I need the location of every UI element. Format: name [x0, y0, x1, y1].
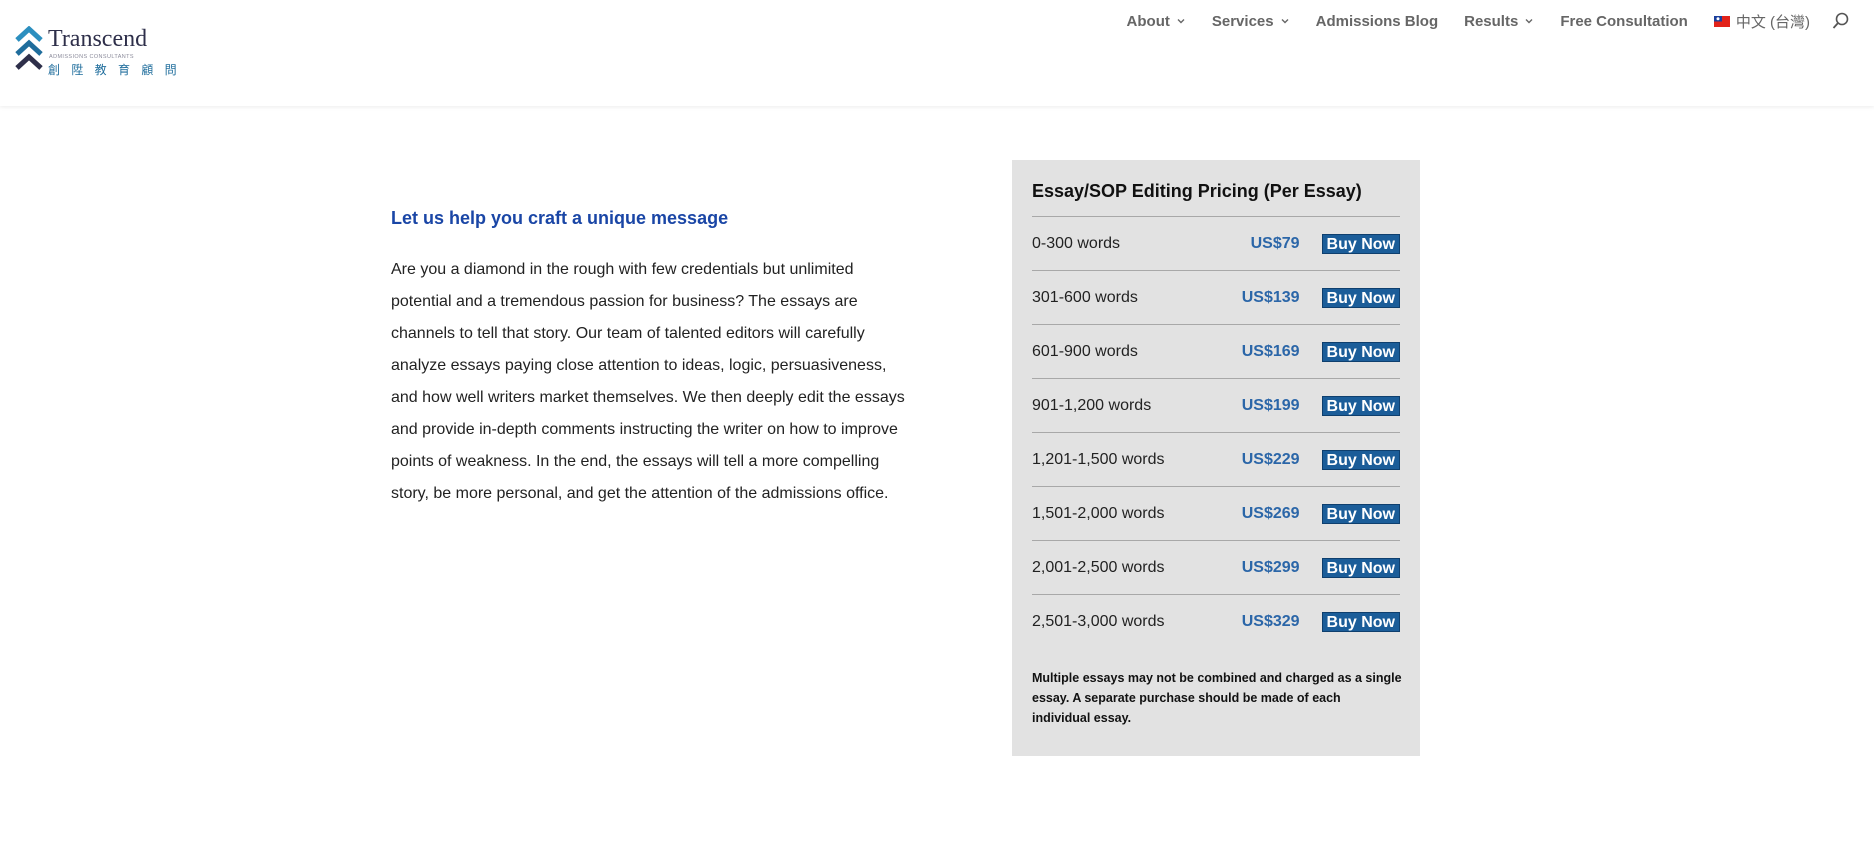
buy-now-button[interactable]: Buy Now [1321, 287, 1400, 308]
word-range: 1,201-1,500 words [1032, 450, 1165, 468]
nav-item-results[interactable]: Results [1464, 13, 1534, 30]
buy-now-button[interactable]: Buy Now [1321, 395, 1400, 416]
nav-label: Results [1464, 12, 1519, 30]
nav-item-free-consultation[interactable]: Free Consultation [1560, 13, 1688, 30]
chevron-down-icon [1177, 19, 1185, 24]
buy-now-button[interactable]: Buy Now [1321, 557, 1400, 578]
pricing-row: 301-600 words US$139 Buy Now [1032, 271, 1400, 325]
search-icon[interactable] [1832, 12, 1850, 30]
price: US$269 [1241, 504, 1300, 522]
pricing-row: 2,501-3,000 words US$329 Buy Now [1032, 595, 1400, 648]
logo-subtitle: ADMISSIONS CONSULTANTS [49, 54, 134, 60]
section-heading: Let us help you craft a unique message [391, 208, 729, 228]
chevron-down-icon [1281, 19, 1289, 24]
buy-now-button[interactable]: Buy Now [1321, 503, 1400, 524]
main-navigation: About Services Admissions Blog Results F… [1127, 10, 1850, 32]
pricing-row: 2,001-2,500 words US$299 Buy Now [1032, 541, 1400, 595]
pricing-note: Multiple essays may not be combined and … [1032, 671, 1402, 725]
logo-brand-text: Transcend [48, 26, 148, 52]
pricing-row: 601-900 words US$169 Buy Now [1032, 325, 1400, 379]
buy-now-button[interactable]: Buy Now [1321, 449, 1400, 470]
site-logo[interactable]: Transcend ADMISSIONS CONSULTANTS 創 陞 教 育… [14, 24, 177, 77]
taiwan-flag-icon [1713, 15, 1730, 27]
price: US$79 [1250, 234, 1300, 252]
intro-paragraph: Are you a diamond in the rough with few … [391, 261, 905, 502]
chevron-logo-icon [15, 26, 43, 70]
site-header: Transcend ADMISSIONS CONSULTANTS 創 陞 教 育… [0, 0, 1874, 106]
price: US$139 [1241, 288, 1300, 306]
buy-now-button[interactable]: Buy Now [1321, 341, 1400, 362]
nav-item-language[interactable]: 中文 (台灣) [1713, 11, 1810, 32]
language-label: 中文 (台灣) [1735, 13, 1810, 31]
price: US$229 [1241, 450, 1300, 468]
pricing-row: 901-1,200 words US$199 Buy Now [1032, 379, 1400, 433]
chevron-down-icon [1525, 19, 1533, 24]
price: US$329 [1241, 612, 1300, 630]
word-range: 2,001-2,500 words [1032, 558, 1165, 576]
nav-label: Services [1211, 12, 1274, 30]
nav-label: Admissions Blog [1315, 12, 1439, 30]
buy-now-button[interactable]: Buy Now [1321, 233, 1400, 254]
nav-item-services[interactable]: Services [1212, 13, 1290, 30]
nav-item-about[interactable]: About [1127, 13, 1186, 30]
word-range: 901-1,200 words [1032, 396, 1152, 414]
pricing-panel: Essay/SOP Editing Pricing (Per Essay) 0-… [1012, 160, 1420, 756]
price: US$199 [1241, 396, 1300, 414]
nav-label: About [1126, 12, 1170, 30]
buy-now-button[interactable]: Buy Now [1321, 611, 1400, 632]
word-range: 0-300 words [1032, 234, 1121, 252]
price: US$299 [1241, 558, 1300, 576]
word-range: 1,501-2,000 words [1032, 504, 1165, 522]
pricing-table: 0-300 words US$79 Buy Now 301-600 words … [1032, 216, 1400, 648]
word-range: 2,501-3,000 words [1032, 612, 1165, 630]
logo-chinese-text: 創 陞 教 育 顧 問 [48, 63, 181, 77]
word-range: 301-600 words [1032, 288, 1138, 306]
nav-item-admissions-blog[interactable]: Admissions Blog [1316, 13, 1439, 30]
nav-label: Free Consultation [1560, 12, 1688, 30]
pricing-row: 0-300 words US$79 Buy Now [1032, 217, 1400, 271]
word-range: 601-900 words [1032, 342, 1138, 360]
pricing-row: 1,501-2,000 words US$269 Buy Now [1032, 487, 1400, 541]
pricing-row: 1,201-1,500 words US$229 Buy Now [1032, 433, 1400, 487]
pricing-title: Essay/SOP Editing Pricing (Per Essay) [1032, 181, 1362, 201]
price: US$169 [1241, 342, 1300, 360]
